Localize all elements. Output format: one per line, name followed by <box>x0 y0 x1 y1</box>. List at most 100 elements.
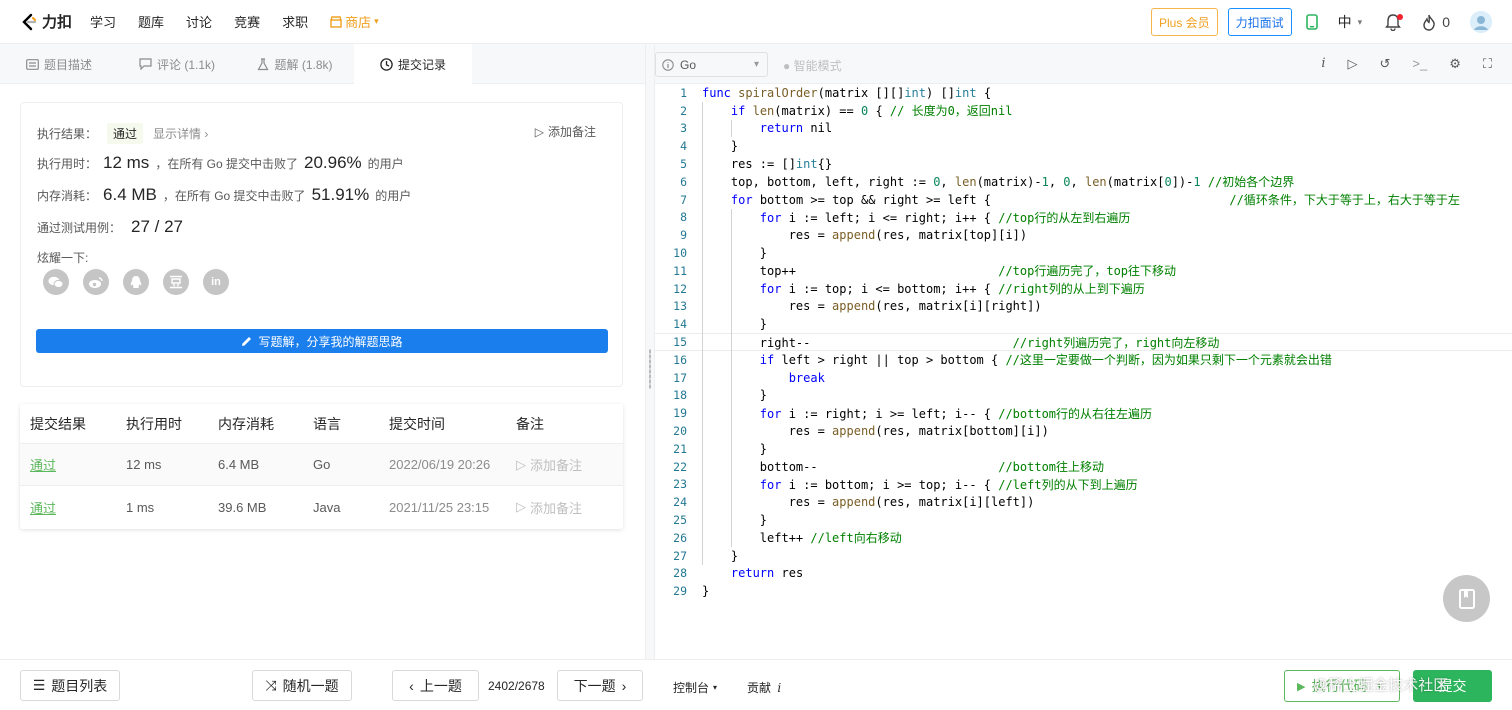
flask-icon <box>257 57 269 70</box>
console-toggle[interactable]: 控制台 ▾ <box>673 679 717 696</box>
line-number: 28 <box>673 566 687 581</box>
next-problem-button[interactable]: 下一题 › <box>557 670 643 701</box>
code-line[interactable]: 23 for i := bottom; i >= top; i-- { //le… <box>655 476 1512 494</box>
contribute-link[interactable]: 贡献 i <box>747 679 781 696</box>
random-problem-button[interactable]: ⤨ 随机一题 <box>252 670 352 701</box>
indent-guide <box>730 208 732 547</box>
code-line[interactable]: 5 res := []int{} <box>655 155 1512 173</box>
tab-comments[interactable]: 评论 (1.1k) <box>118 44 236 84</box>
table-row[interactable]: 通过 1 ms 39.6 MB Java 2021/11/25 23:15 ▷ 添… <box>20 486 623 528</box>
code-line[interactable]: 21 } <box>655 440 1512 458</box>
line-source: if len(matrix) == 0 { // 长度为0，返回nil <box>730 104 1013 119</box>
code-line[interactable]: 10 } <box>655 244 1512 262</box>
douban-icon[interactable] <box>163 269 189 295</box>
code-line[interactable]: 8 for i := left; i <= right; i++ { //top… <box>655 209 1512 227</box>
line-number: 27 <box>673 548 687 563</box>
show-details-link[interactable]: 显示详情 › <box>153 125 208 142</box>
line-number: 29 <box>673 584 687 599</box>
code-line[interactable]: 2 if len(matrix) == 0 { // 长度为0，返回nil <box>655 102 1512 120</box>
mobile-app-icon[interactable] <box>1305 14 1318 30</box>
runtime-percentile: 20.96% <box>304 153 362 172</box>
code-line[interactable]: 17 break <box>655 369 1512 387</box>
nav-learn[interactable]: 学习 <box>90 12 116 31</box>
fullscreen-icon[interactable]: ⛶ <box>1483 56 1492 72</box>
code-line[interactable]: 26 left++ //left向右移动 <box>655 529 1512 547</box>
line-number: 11 <box>673 263 687 278</box>
wechat-icon[interactable] <box>43 269 69 295</box>
code-line[interactable]: 7 for bottom >= top && right >= left { /… <box>655 191 1512 209</box>
terminal-icon[interactable]: >_ <box>1412 56 1427 72</box>
code-line[interactable]: 20 res = append(res, matrix[bottom][i]) <box>655 422 1512 440</box>
line-source: left++ //left向右移动 <box>702 531 902 546</box>
indent-guide <box>730 119 732 138</box>
line-number: 16 <box>673 352 687 367</box>
add-note-button[interactable]: ▷ 添加备注 <box>535 123 596 140</box>
code-line[interactable]: 1 func spiralOrder(matrix [][]int) []int … <box>655 84 1512 102</box>
code-line[interactable]: 27 } <box>655 547 1512 565</box>
nav-jobs[interactable]: 求职 <box>282 12 308 31</box>
qq-icon[interactable] <box>123 269 149 295</box>
tab-submissions[interactable]: 提交记录 <box>354 44 472 84</box>
code-line[interactable]: 29} <box>655 582 1512 600</box>
linkedin-icon[interactable]: in <box>203 269 229 295</box>
info-italic-icon: i <box>777 681 782 695</box>
row-add-note[interactable]: ▷ 添加备注 <box>516 498 623 517</box>
code-line[interactable]: 18 } <box>655 387 1512 405</box>
row-runtime: 12 ms <box>126 457 162 472</box>
smart-mode-label: 智能模式 <box>793 59 842 73</box>
code-line[interactable]: 15 right-- //right列遍历完了，right向左移动 <box>655 333 1512 351</box>
row-add-note[interactable]: ▷ 添加备注 <box>516 455 623 474</box>
col-runtime: 执行用时 <box>126 415 182 432</box>
weibo-icon[interactable] <box>83 269 109 295</box>
code-line[interactable]: 3 return nil <box>655 120 1512 138</box>
smart-mode-toggle[interactable]: ● 智能模式 <box>783 57 842 74</box>
code-line[interactable]: 4 } <box>655 137 1512 155</box>
language-select[interactable]: Go ▾ <box>655 52 768 77</box>
nav-shop[interactable]: 商店 ▾ <box>330 12 379 31</box>
line-source: for i := top; i <= bottom; i++ { //right… <box>759 282 1145 297</box>
random-problem-label: 随机一题 <box>282 677 339 694</box>
info-italic-icon[interactable]: i <box>1321 56 1325 72</box>
shop-icon <box>330 15 342 28</box>
play-icon[interactable]: ▷ <box>1348 56 1358 72</box>
prev-problem-button[interactable]: ‹ 上一题 <box>392 670 479 701</box>
nav-discuss[interactable]: 讨论 <box>186 12 212 31</box>
pane-splitter[interactable] <box>645 44 655 659</box>
code-line[interactable]: 13 res = append(res, matrix[i][right]) <box>655 298 1512 316</box>
code-line[interactable]: 6 top, bottom, left, right := 0, len(mat… <box>655 173 1512 191</box>
write-solution-button[interactable]: 写题解，分享我的解题思路 <box>36 329 608 353</box>
code-line[interactable]: 24 res = append(res, matrix[i][left]) <box>655 493 1512 511</box>
tab-solutions[interactable]: 题解 (1.8k) <box>236 44 354 84</box>
reset-icon[interactable]: ↺ <box>1380 56 1391 72</box>
notebook-fab[interactable] <box>1443 575 1490 622</box>
code-line[interactable]: 22 bottom-- //bottom往上移动 <box>655 458 1512 476</box>
notification-bell-icon[interactable] <box>1384 13 1404 31</box>
code-line[interactable]: 28 return res <box>655 565 1512 583</box>
code-line[interactable]: 19 for i := right; i >= left; i-- { //bo… <box>655 404 1512 422</box>
plus-membership-button[interactable]: Plus 会员 <box>1150 8 1218 36</box>
problem-list-button[interactable]: ☰ 题目列表 <box>20 670 120 701</box>
code-line[interactable]: 11 top++ //top行遍历完了，top往下移动 <box>655 262 1512 280</box>
nav-problems[interactable]: 题库 <box>138 12 164 31</box>
drag-handle-icon[interactable] <box>649 349 651 389</box>
code-line[interactable]: 14 } <box>655 315 1512 333</box>
settings-icon[interactable]: ⚙ <box>1449 56 1461 72</box>
code-line[interactable]: 9 res = append(res, matrix[top][i]) <box>655 226 1512 244</box>
table-row[interactable]: 通过 12 ms 6.4 MB Go 2022/06/19 20:26 ▷ 添加备… <box>20 444 623 486</box>
code-editor[interactable]: 1 func spiralOrder(matrix [][]int) []int … <box>655 84 1512 659</box>
status-link[interactable]: 通过 <box>30 501 56 516</box>
code-line[interactable]: 16 if left > right || top > bottom { //这… <box>655 351 1512 369</box>
user-avatar[interactable] <box>1470 11 1492 33</box>
line-source: } <box>702 441 768 456</box>
code-line[interactable]: 25 } <box>655 511 1512 529</box>
logo[interactable]: 力扣 <box>20 11 72 32</box>
status-link[interactable]: 通过 <box>30 458 56 473</box>
language-switch[interactable]: 中 ▾ <box>1338 12 1363 32</box>
nav-contest[interactable]: 竞赛 <box>234 12 260 31</box>
line-source: right-- //right列遍历完了，right向左移动 <box>702 335 1220 350</box>
tab-description[interactable]: 题目描述 <box>0 44 118 84</box>
interview-button[interactable]: 力扣面试 <box>1227 8 1292 36</box>
code-line[interactable]: 12 for i := top; i <= bottom; i++ { //ri… <box>655 280 1512 298</box>
line-number: 19 <box>673 406 687 421</box>
streak-counter[interactable]: 0 <box>1422 14 1450 31</box>
